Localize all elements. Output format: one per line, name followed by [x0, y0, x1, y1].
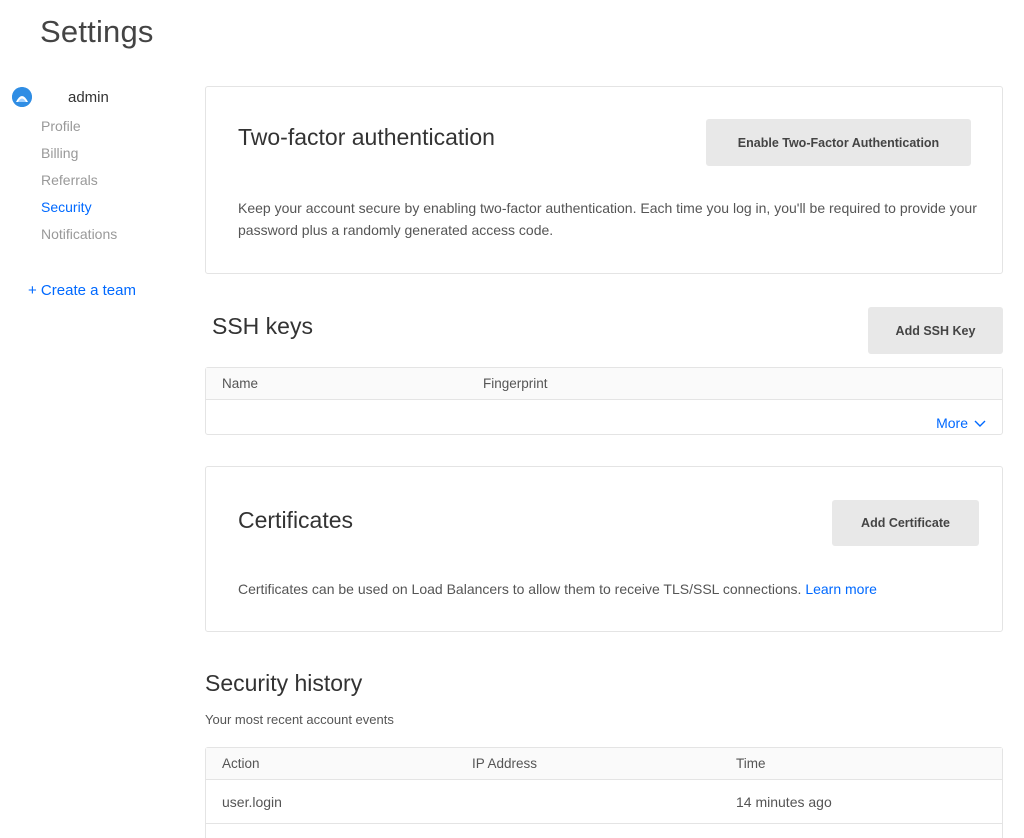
two-factor-description: Keep your account secure by enabling two…: [238, 200, 977, 238]
security-history-table: Action IP Address Time user.login 14 min…: [205, 747, 1003, 838]
ssh-keys-table-header: Name Fingerprint: [206, 368, 1002, 400]
row-action: user.login: [222, 794, 282, 810]
column-header-time[interactable]: Time: [736, 756, 766, 771]
certificates-description-text: Certificates can be used on Load Balance…: [238, 581, 802, 597]
chevron-down-icon: [974, 415, 986, 431]
create-team-link[interactable]: + Create a team: [28, 282, 182, 299]
row-time: 14 minutes ago: [736, 794, 832, 810]
add-certificate-button[interactable]: Add Certificate: [832, 500, 979, 546]
security-history-subtitle: Your most recent account events: [205, 712, 394, 727]
sidebar-item-billing[interactable]: Billing: [41, 140, 182, 167]
enable-two-factor-button[interactable]: Enable Two-Factor Authentication: [706, 119, 971, 166]
certificates-title: Certificates: [238, 507, 354, 533]
sidebar-nav: Profile Billing Referrals Security Notif…: [41, 113, 182, 248]
ssh-keys-title: SSH keys: [212, 313, 313, 339]
table-row: user.login 14 minutes ago: [206, 780, 1002, 824]
sidebar-item-referrals[interactable]: Referrals: [41, 167, 182, 194]
learn-more-link[interactable]: Learn more: [805, 581, 877, 597]
page-title: Settings: [40, 14, 154, 49]
avatar-icon: [12, 87, 32, 107]
two-factor-title: Two-factor authentication: [238, 124, 495, 150]
account-row[interactable]: admin: [12, 86, 182, 108]
certificates-description: Certificates can be used on Load Balance…: [238, 578, 978, 600]
column-header-ip-address[interactable]: IP Address: [472, 756, 537, 771]
account-name: admin: [68, 88, 109, 106]
column-header-action[interactable]: Action: [222, 756, 260, 771]
security-history-title: Security history: [205, 670, 363, 696]
more-link[interactable]: More: [936, 415, 986, 431]
certificates-panel: Certificates Add Certificate Certificate…: [205, 466, 1003, 632]
security-history-table-header: Action IP Address Time: [206, 748, 1002, 780]
column-header-name[interactable]: Name: [222, 376, 258, 391]
sidebar-item-profile[interactable]: Profile: [41, 113, 182, 140]
two-factor-panel: Two-factor authentication Enable Two-Fac…: [205, 86, 1003, 274]
ssh-keys-table: Name Fingerprint More: [205, 367, 1003, 435]
more-label: More: [936, 415, 968, 431]
sidebar-item-security[interactable]: Security: [41, 194, 182, 221]
column-header-fingerprint[interactable]: Fingerprint: [483, 376, 548, 391]
sidebar-item-notifications[interactable]: Notifications: [41, 221, 182, 248]
sidebar: admin Profile Billing Referrals Security…: [12, 86, 182, 299]
settings-page: Settings admin Profile Billing Referrals…: [0, 0, 1024, 838]
add-ssh-key-button[interactable]: Add SSH Key: [868, 307, 1003, 354]
